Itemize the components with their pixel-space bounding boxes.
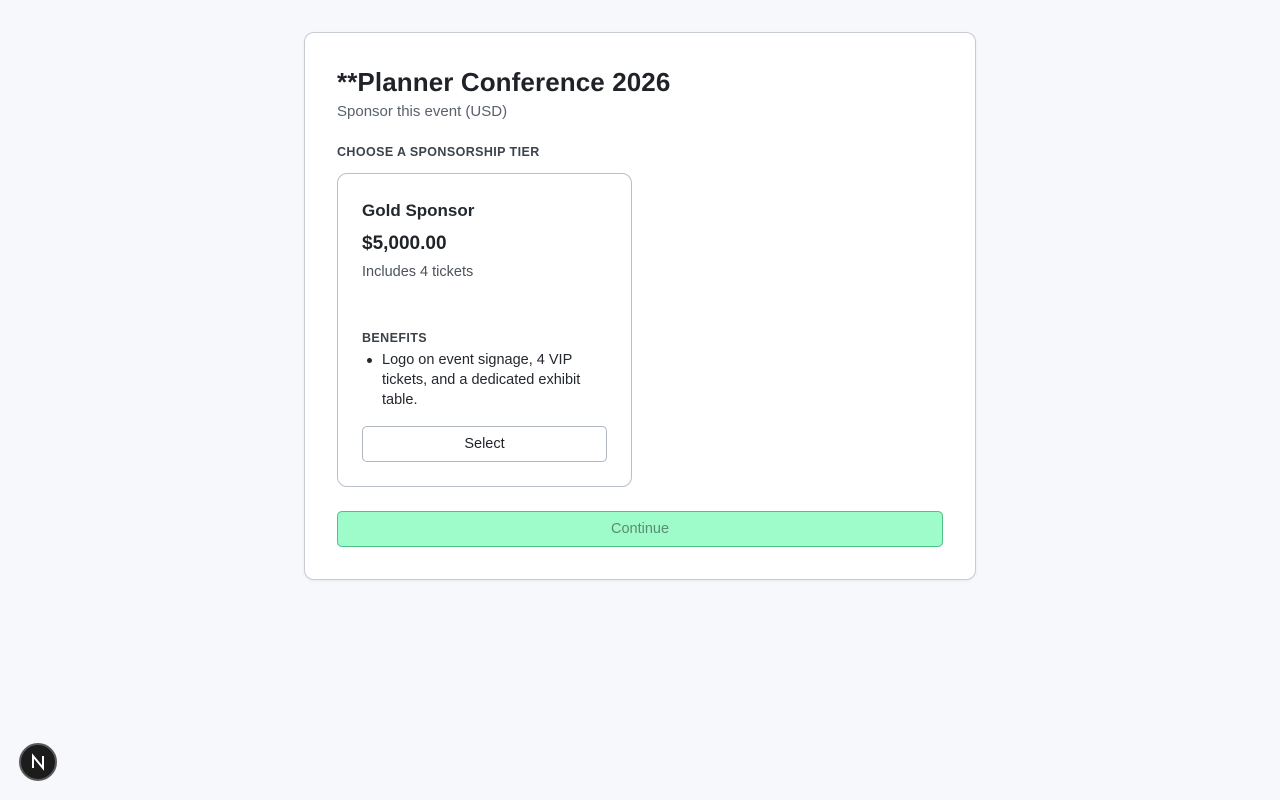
tier-card-gold: Gold Sponsor $5,000.00 Includes 4 ticket…	[337, 173, 632, 487]
benefit-item: Logo on event signage, 4 VIP tickets, an…	[362, 350, 607, 410]
select-tier-button[interactable]: Select	[362, 426, 607, 462]
tier-section-label: CHOOSE A SPONSORSHIP TIER	[337, 145, 540, 159]
benefits-list: Logo on event signage, 4 VIP tickets, an…	[362, 350, 607, 410]
n-logo-icon	[32, 753, 44, 771]
event-title: **Planner Conference 2026	[337, 67, 671, 97]
page: **Planner Conference 2026 Sponsor this e…	[0, 0, 1280, 800]
n-logo-button[interactable]	[19, 743, 57, 781]
sponsorship-card: **Planner Conference 2026 Sponsor this e…	[304, 32, 976, 580]
event-subtitle: Sponsor this event (USD)	[337, 103, 508, 120]
continue-button[interactable]: Continue	[337, 511, 943, 547]
benefits-label: BENEFITS	[362, 331, 428, 345]
tier-tickets: Includes 4 tickets	[362, 264, 474, 280]
tier-name: Gold Sponsor	[362, 201, 475, 220]
tier-price: $5,000.00	[362, 233, 447, 254]
